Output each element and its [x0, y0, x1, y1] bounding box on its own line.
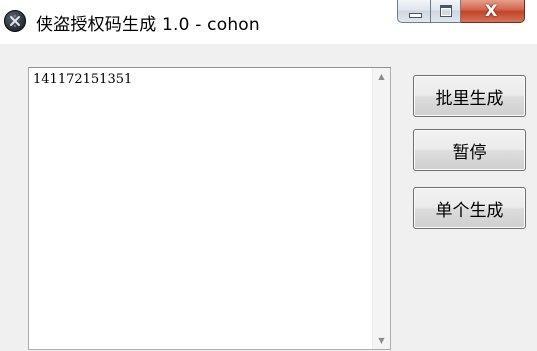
scroll-down-arrow-icon[interactable]: ▼ — [373, 332, 390, 349]
output-text[interactable]: 141172151351 — [33, 72, 132, 87]
app-logo-glyph — [10, 15, 20, 27]
close-button[interactable]: X — [461, 0, 525, 23]
app-window: 侠盗授权码生成 1.0 - cohon X 141172151351 ▲ ▼ 批… — [0, 0, 537, 351]
maximize-icon — [440, 5, 452, 17]
pause-button[interactable]: 暂停 — [413, 129, 526, 171]
single-generate-button[interactable]: 单个生成 — [413, 187, 526, 229]
vertical-scrollbar[interactable]: ▲ ▼ — [372, 68, 390, 349]
output-textarea[interactable]: 141172151351 ▲ ▼ — [28, 67, 391, 350]
window-title: 侠盗授权码生成 1.0 - cohon — [36, 15, 260, 35]
minimize-icon — [409, 13, 422, 18]
app-logo-icon[interactable] — [4, 10, 26, 32]
caption-buttons: X — [397, 0, 525, 25]
client-area: 141172151351 ▲ ▼ 批里生成 暂停 单个生成 — [0, 44, 537, 351]
maximize-button[interactable] — [431, 0, 461, 23]
scroll-up-arrow-icon[interactable]: ▲ — [373, 68, 390, 85]
close-icon: X — [485, 1, 498, 20]
batch-generate-button[interactable]: 批里生成 — [413, 75, 526, 117]
minimize-button[interactable] — [397, 0, 431, 23]
title-bar[interactable]: 侠盗授权码生成 1.0 - cohon X — [0, 0, 537, 44]
